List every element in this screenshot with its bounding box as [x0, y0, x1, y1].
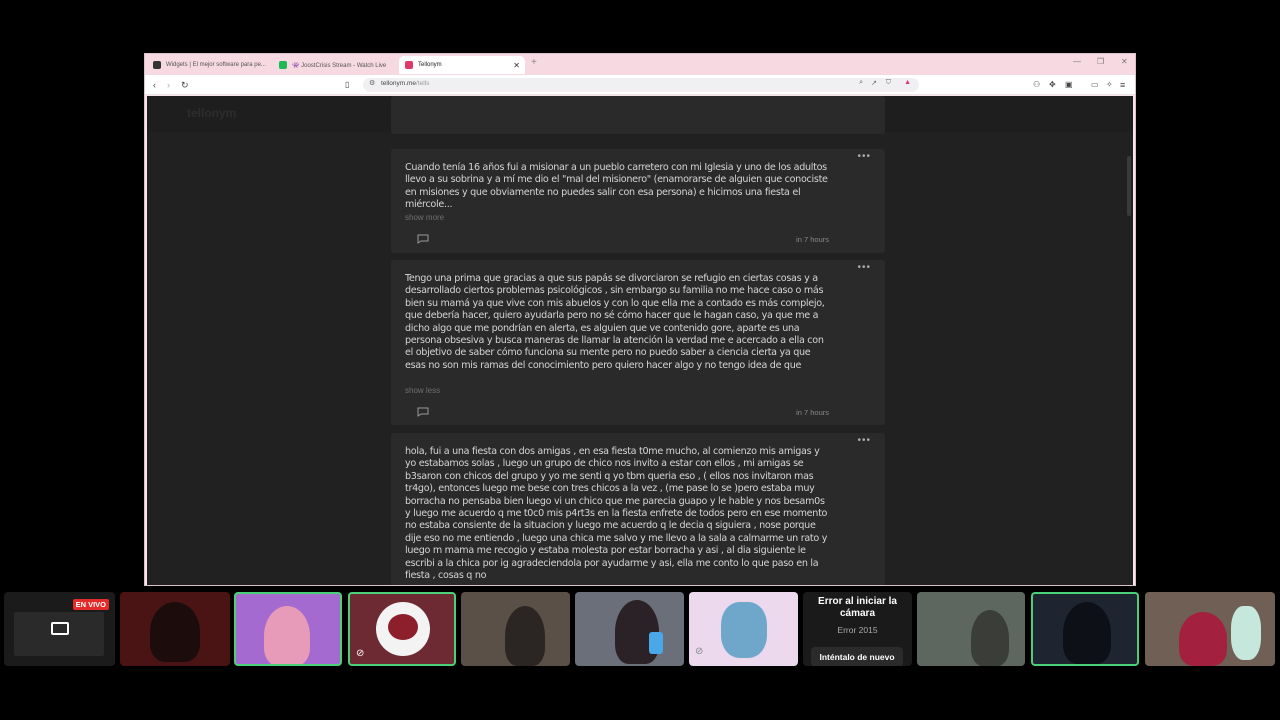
monitor-icon — [51, 622, 69, 635]
avatar-mark — [388, 614, 418, 640]
live-badge: EN VIVO — [72, 599, 109, 610]
participant-avatar — [721, 602, 767, 658]
tab-strip: Widgets | El mejor software para pe... 👾… — [145, 54, 1135, 75]
muted-icon: ⊘ — [356, 648, 365, 659]
tell-text: Cuando tenía 16 años fui a misionar a un… — [405, 162, 828, 211]
ai-assistant-icon[interactable]: ✧ — [1106, 78, 1113, 92]
participant-tile[interactable]: ⊘ — [348, 592, 456, 666]
participant-tile[interactable] — [234, 592, 342, 666]
participant-video — [1063, 602, 1111, 664]
participant-tile[interactable]: ⊘ — [689, 592, 798, 666]
tell-card: ••• Tengo una prima que gracias a que su… — [391, 260, 885, 425]
share-icon[interactable]: ↗ — [871, 79, 877, 87]
stream-participants: EN VIVO ⊘ ⊘ Error al iniciar la cámara E… — [0, 590, 1280, 670]
extensions-puzzle-icon[interactable]: ✥ — [1049, 78, 1056, 92]
site-info-icon[interactable]: ⚙ — [369, 79, 375, 87]
show-less-link[interactable]: show less — [405, 386, 440, 395]
participant-video — [1179, 612, 1227, 666]
url-text: tellonym.me/tells — [381, 80, 430, 87]
show-more-link[interactable]: show more — [405, 213, 444, 222]
mic-off-icon: ⊘ — [695, 646, 704, 657]
tab-label: Widgets | El mejor software para pe... — [166, 62, 266, 68]
sidebar-icon[interactable]: ▭ — [1091, 78, 1099, 92]
close-tab-icon[interactable]: ✕ — [513, 61, 520, 70]
widgets-favicon-icon — [153, 61, 161, 69]
close-window-icon[interactable]: ✕ — [1121, 57, 1128, 66]
tells-feed: ••• Cuando tenía 16 años fui a misionar … — [391, 96, 885, 585]
shield-icon[interactable]: ⛉ — [886, 79, 891, 87]
screen-share-tile[interactable]: EN VIVO — [4, 592, 115, 666]
wallet-icon[interactable]: ▣ — [1065, 78, 1073, 92]
camera-error-tile: Error al iniciar la cámara Error 2015 In… — [803, 592, 912, 666]
tell-timestamp: in 7 hours — [796, 408, 829, 417]
more-options-icon[interactable]: ••• — [857, 262, 871, 273]
participant-tile[interactable] — [1145, 592, 1275, 666]
tab-label: 👾 JoostCrisis Stream - Watch Live — [292, 62, 387, 69]
comment-icon[interactable] — [417, 234, 429, 244]
tab-widgets[interactable]: Widgets | El mejor software para pe... — [147, 56, 271, 74]
comment-icon[interactable] — [417, 407, 429, 417]
plush-toy — [1231, 606, 1261, 660]
tell-card: ••• hola, fui a una fiesta con dos amiga… — [391, 433, 885, 585]
tell-text: hola, fui a una fiesta con dos amigas , … — [405, 446, 828, 582]
participant-video — [505, 606, 545, 666]
tell-timestamp: in 7 hours — [796, 235, 829, 244]
rewards-icon[interactable]: ▲ — [904, 79, 911, 86]
camera-error-code: Error 2015 — [837, 625, 878, 635]
participant-tile[interactable] — [917, 592, 1025, 666]
participant-tile[interactable] — [1031, 592, 1139, 666]
menu-icon[interactable]: ≡ — [1120, 78, 1125, 92]
back-icon[interactable]: ‹ — [153, 78, 156, 92]
browser-window: Widgets | El mejor software para pe... 👾… — [144, 53, 1136, 586]
minimize-icon[interactable]: — — [1073, 57, 1081, 66]
forward-icon[interactable]: › — [167, 78, 170, 92]
tab-tellonym[interactable]: Tellonym ✕ — [399, 56, 525, 74]
retry-button[interactable]: Inténtalo de nuevo — [811, 647, 903, 666]
participant-tile[interactable] — [575, 592, 684, 666]
brand-logo[interactable]: tellonym — [187, 106, 236, 120]
reload-icon[interactable]: ↻ — [181, 78, 189, 92]
extension-icon[interactable]: ⚇ — [1033, 78, 1040, 92]
tellonym-page: tellonym ••• Cuando tenía 16 años fui a … — [147, 96, 1133, 585]
participant-avatar — [150, 602, 200, 662]
new-tab-button[interactable]: + — [531, 57, 537, 68]
address-bar[interactable]: ⚙ tellonym.me/tells ⌕ ↗ ⛉ ▲ — [363, 78, 919, 92]
restore-icon[interactable]: ❐ — [1097, 57, 1104, 66]
camera-error-title: Error al iniciar la cámara — [818, 596, 897, 619]
participant-tile[interactable] — [461, 592, 570, 666]
tellonym-favicon-icon — [405, 61, 413, 69]
participant-video — [264, 606, 310, 664]
tell-card: ••• Cuando tenía 16 años fui a misionar … — [391, 149, 885, 253]
browser-toolbar: ‹ › ↻ ▯ ⚙ tellonym.me/tells ⌕ ↗ ⛉ ▲ ⚇ ✥ … — [145, 75, 1135, 95]
phone — [649, 632, 663, 654]
more-options-icon[interactable]: ••• — [857, 435, 871, 446]
tell-card — [391, 96, 885, 134]
tab-label: Tellonym — [418, 62, 442, 68]
tell-text: Tengo una prima que gracias a que sus pa… — [405, 273, 825, 371]
tab-stream[interactable]: 👾 JoostCrisis Stream - Watch Live — [273, 56, 393, 74]
kick-favicon-icon — [279, 61, 287, 69]
zoom-icon[interactable]: ⌕ — [859, 79, 863, 87]
scrollbar[interactable] — [1127, 156, 1131, 216]
participant-video — [971, 610, 1009, 666]
more-options-icon[interactable]: ••• — [857, 151, 871, 162]
bookmark-icon[interactable]: ▯ — [345, 78, 349, 92]
participant-tile[interactable] — [120, 592, 230, 666]
